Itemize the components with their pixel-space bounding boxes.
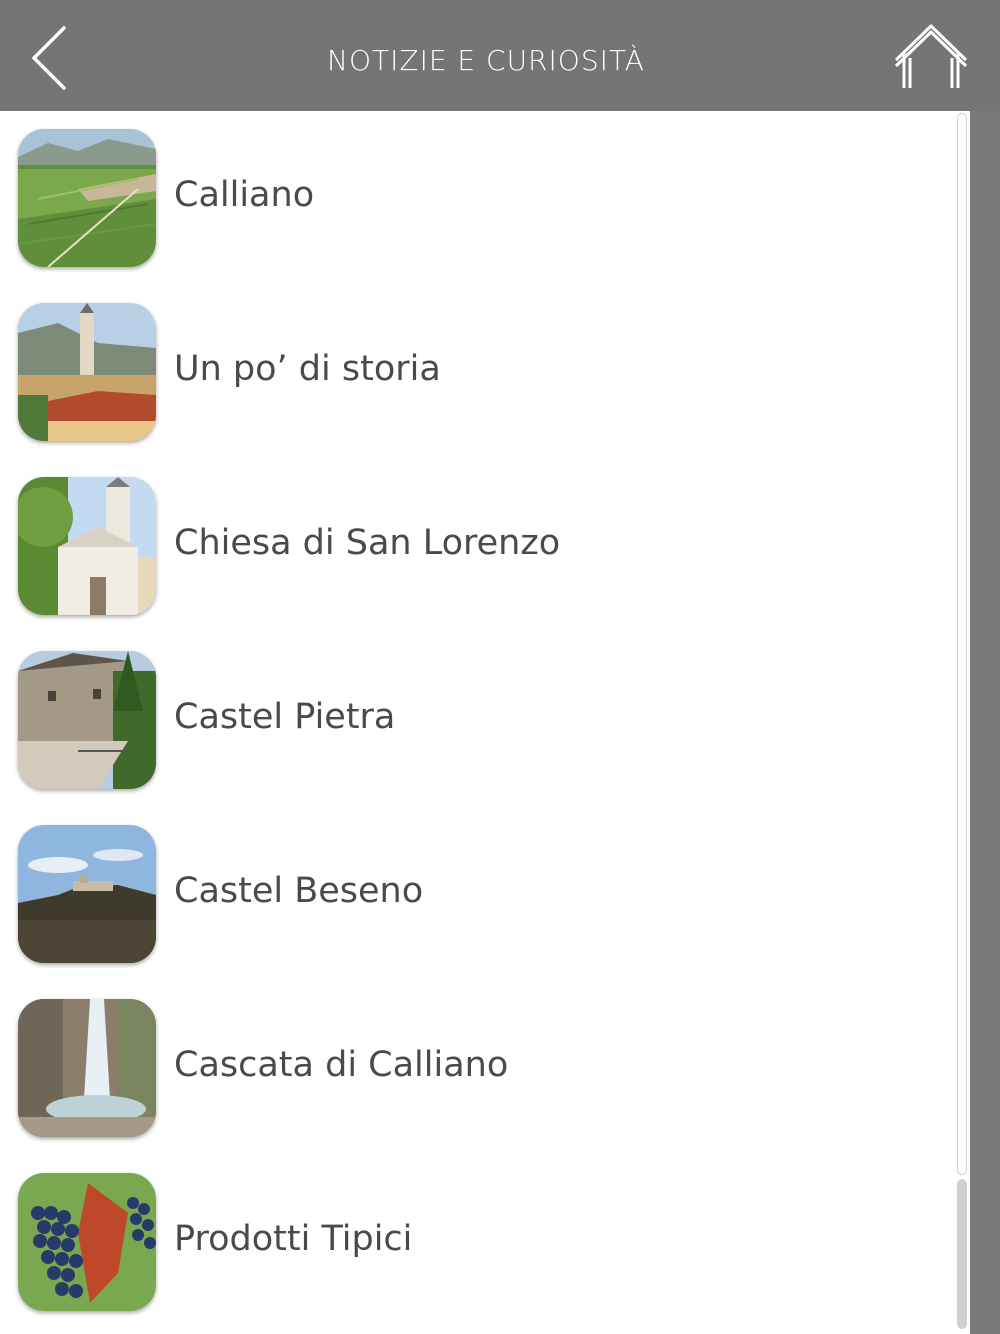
- page-title: NOTIZIE E CURIOSITÀ: [327, 44, 645, 77]
- scrollbar-thumb[interactable]: [957, 1179, 967, 1329]
- scrollbar[interactable]: [955, 111, 970, 1334]
- list-item[interactable]: Un po’ di storia: [0, 285, 955, 459]
- list-item-label: Castel Pietra: [174, 697, 396, 737]
- list-item[interactable]: Chiesa di San Lorenzo: [0, 459, 955, 633]
- right-frame: [970, 111, 1000, 1334]
- list-item-label: Cascata di Calliano: [174, 1045, 509, 1085]
- list-item[interactable]: Calliano: [0, 111, 955, 285]
- list-item-label: Calliano: [174, 175, 315, 215]
- thumbnail-image: [18, 303, 156, 441]
- thumbnail-image: [18, 129, 156, 267]
- list-item-label: Castel Beseno: [174, 871, 424, 911]
- home-button[interactable]: [890, 22, 972, 94]
- list-item-label: Prodotti Tipici: [174, 1219, 413, 1259]
- thumbnail-image: [18, 651, 156, 789]
- news-list[interactable]: Calliano Un po’ di storia Chiesa di San …: [0, 111, 955, 1334]
- home-icon: [894, 24, 968, 88]
- thumbnail-image: [18, 1173, 156, 1311]
- list-item[interactable]: Castel Pietra: [0, 633, 955, 807]
- list-item[interactable]: Cascata di Calliano: [0, 981, 955, 1155]
- thumbnail-image: [18, 825, 156, 963]
- list-item-label: Un po’ di storia: [174, 349, 441, 389]
- list-item-label: Chiesa di San Lorenzo: [174, 523, 561, 563]
- list-item[interactable]: Castel Beseno: [0, 807, 955, 981]
- thumbnail-image: [18, 477, 156, 615]
- scrollbar-track-upper[interactable]: [957, 113, 967, 1175]
- top-bar: NOTIZIE E CURIOSITÀ: [0, 0, 1000, 111]
- list-item[interactable]: Prodotti Tipici: [0, 1155, 955, 1329]
- thumbnail-image: [18, 999, 156, 1137]
